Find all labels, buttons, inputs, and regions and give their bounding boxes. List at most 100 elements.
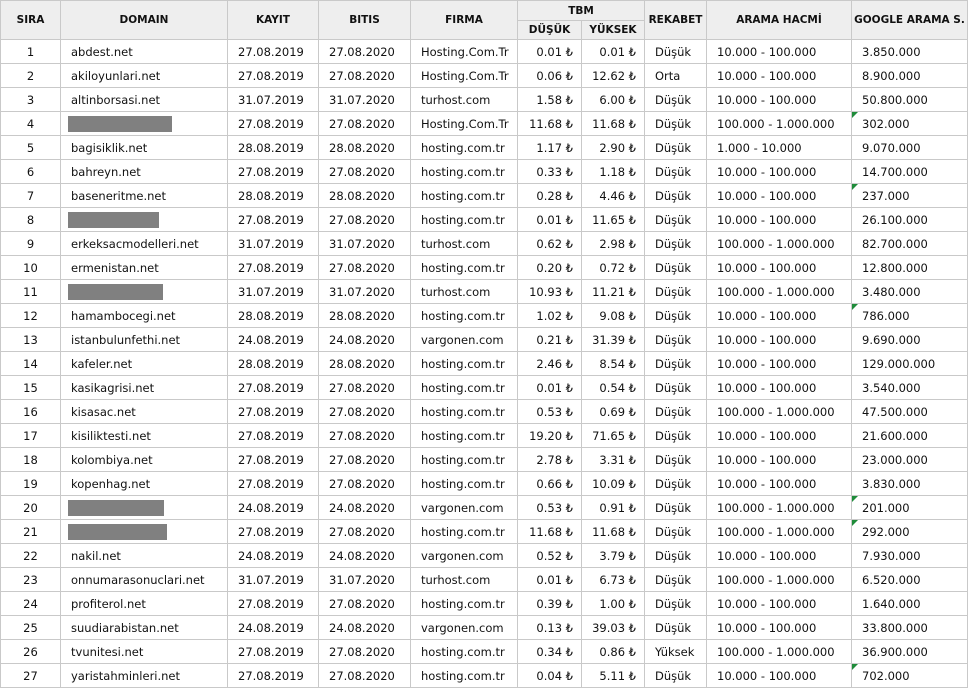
cell-tbm-dusuk[interactable]: 0.34 ₺ (517, 639, 582, 664)
cell-bitis[interactable]: 31.07.2020 (318, 567, 411, 592)
cell-google-arama[interactable]: 201.000 (851, 495, 968, 520)
cell-tbm-dusuk[interactable]: 0.53 ₺ (517, 399, 582, 424)
cell-kayit[interactable]: 24.08.2019 (227, 495, 319, 520)
cell-rekabet[interactable]: Düşük (644, 567, 707, 592)
cell-arama-hacmi[interactable]: 100.000 - 1.000.000 (706, 519, 852, 544)
cell-domain[interactable]: kafeler.net (60, 351, 228, 376)
cell-firma[interactable]: Hosting.Com.Tr (410, 111, 518, 136)
cell-domain[interactable]: kolombiya.net (60, 447, 228, 472)
cell-tbm-yuksek[interactable]: 4.46 ₺ (581, 183, 645, 208)
col-header-sira[interactable]: SIRA (0, 0, 61, 40)
comment-indicator-icon[interactable] (852, 112, 858, 118)
cell-kayit[interactable]: 24.08.2019 (227, 615, 319, 640)
cell-tbm-dusuk[interactable]: 11.68 ₺ (517, 111, 582, 136)
cell-rekabet[interactable]: Düşük (644, 399, 707, 424)
cell-rekabet[interactable]: Düşük (644, 543, 707, 568)
cell-tbm-dusuk[interactable]: 2.46 ₺ (517, 351, 582, 376)
comment-indicator-icon[interactable] (852, 520, 858, 526)
cell-tbm-dusuk[interactable]: 0.01 ₺ (517, 375, 582, 400)
cell-rekabet[interactable]: Düşük (644, 231, 707, 256)
cell-tbm-yuksek[interactable]: 3.31 ₺ (581, 447, 645, 472)
cell-tbm-yuksek[interactable]: 5.11 ₺ (581, 663, 645, 688)
cell-google-arama[interactable]: 302.000 (851, 111, 968, 136)
cell-tbm-yuksek[interactable]: 9.08 ₺ (581, 303, 645, 328)
cell-rekabet[interactable]: Düşük (644, 351, 707, 376)
cell-tbm-yuksek[interactable]: 6.73 ₺ (581, 567, 645, 592)
cell-domain[interactable] (60, 111, 228, 136)
cell-google-arama[interactable]: 3.480.000 (851, 279, 968, 304)
cell-sira[interactable]: 26 (0, 639, 61, 664)
cell-bitis[interactable]: 28.08.2020 (318, 183, 411, 208)
cell-arama-hacmi[interactable]: 10.000 - 100.000 (706, 471, 852, 496)
cell-tbm-dusuk[interactable]: 0.01 ₺ (517, 39, 582, 64)
cell-domain[interactable]: akiloyunlari.net (60, 63, 228, 88)
cell-arama-hacmi[interactable]: 100.000 - 1.000.000 (706, 279, 852, 304)
cell-tbm-yuksek[interactable]: 2.98 ₺ (581, 231, 645, 256)
cell-google-arama[interactable]: 3.850.000 (851, 39, 968, 64)
cell-bitis[interactable]: 28.08.2020 (318, 351, 411, 376)
cell-tbm-dusuk[interactable]: 10.93 ₺ (517, 279, 582, 304)
cell-arama-hacmi[interactable]: 10.000 - 100.000 (706, 423, 852, 448)
cell-arama-hacmi[interactable]: 10.000 - 100.000 (706, 615, 852, 640)
cell-bitis[interactable]: 31.07.2020 (318, 87, 411, 112)
cell-domain[interactable]: onnumarasonuclari.net (60, 567, 228, 592)
cell-kayit[interactable]: 31.07.2019 (227, 279, 319, 304)
cell-tbm-dusuk[interactable]: 0.28 ₺ (517, 183, 582, 208)
cell-kayit[interactable]: 27.08.2019 (227, 207, 319, 232)
col-header-arama-hacmi[interactable]: ARAMA HACMİ (706, 0, 852, 40)
cell-bitis[interactable]: 27.08.2020 (318, 207, 411, 232)
cell-firma[interactable]: hosting.com.tr (410, 447, 518, 472)
cell-rekabet[interactable]: Düşük (644, 519, 707, 544)
cell-firma[interactable]: turhost.com (410, 567, 518, 592)
cell-arama-hacmi[interactable]: 1.000 - 10.000 (706, 135, 852, 160)
cell-sira[interactable]: 6 (0, 159, 61, 184)
cell-rekabet[interactable]: Düşük (644, 39, 707, 64)
cell-firma[interactable]: vargonen.com (410, 327, 518, 352)
cell-kayit[interactable]: 27.08.2019 (227, 423, 319, 448)
cell-sira[interactable]: 5 (0, 135, 61, 160)
cell-kayit[interactable]: 28.08.2019 (227, 351, 319, 376)
cell-firma[interactable]: hosting.com.tr (410, 183, 518, 208)
cell-tbm-yuksek[interactable]: 1.18 ₺ (581, 159, 645, 184)
cell-tbm-yuksek[interactable]: 0.69 ₺ (581, 399, 645, 424)
cell-domain[interactable]: nakil.net (60, 543, 228, 568)
cell-rekabet[interactable]: Orta (644, 63, 707, 88)
cell-google-arama[interactable]: 129.000.000 (851, 351, 968, 376)
cell-tbm-yuksek[interactable]: 11.68 ₺ (581, 111, 645, 136)
cell-domain[interactable]: ermenistan.net (60, 255, 228, 280)
cell-tbm-dusuk[interactable]: 0.62 ₺ (517, 231, 582, 256)
cell-tbm-yuksek[interactable]: 0.01 ₺ (581, 39, 645, 64)
cell-tbm-dusuk[interactable]: 19.20 ₺ (517, 423, 582, 448)
cell-bitis[interactable]: 27.08.2020 (318, 63, 411, 88)
cell-tbm-dusuk[interactable]: 0.01 ₺ (517, 567, 582, 592)
cell-kayit[interactable]: 27.08.2019 (227, 471, 319, 496)
cell-rekabet[interactable]: Yüksek (644, 639, 707, 664)
cell-bitis[interactable]: 27.08.2020 (318, 111, 411, 136)
cell-tbm-yuksek[interactable]: 0.86 ₺ (581, 639, 645, 664)
cell-domain[interactable]: kopenhag.net (60, 471, 228, 496)
cell-sira[interactable]: 8 (0, 207, 61, 232)
cell-kayit[interactable]: 31.07.2019 (227, 87, 319, 112)
cell-rekabet[interactable]: Düşük (644, 183, 707, 208)
cell-tbm-yuksek[interactable]: 3.79 ₺ (581, 543, 645, 568)
cell-rekabet[interactable]: Düşük (644, 279, 707, 304)
cell-tbm-dusuk[interactable]: 0.21 ₺ (517, 327, 582, 352)
cell-arama-hacmi[interactable]: 10.000 - 100.000 (706, 591, 852, 616)
cell-google-arama[interactable]: 12.800.000 (851, 255, 968, 280)
cell-kayit[interactable]: 27.08.2019 (227, 663, 319, 688)
cell-bitis[interactable]: 27.08.2020 (318, 519, 411, 544)
cell-arama-hacmi[interactable]: 10.000 - 100.000 (706, 663, 852, 688)
col-header-dusuk[interactable]: DÜŞÜK (517, 20, 582, 40)
cell-sira[interactable]: 27 (0, 663, 61, 688)
cell-domain[interactable]: altinborsasi.net (60, 87, 228, 112)
cell-tbm-dusuk[interactable]: 0.20 ₺ (517, 255, 582, 280)
cell-bitis[interactable]: 27.08.2020 (318, 255, 411, 280)
col-header-bitis[interactable]: BITIS (318, 0, 411, 40)
cell-firma[interactable]: hosting.com.tr (410, 639, 518, 664)
cell-kayit[interactable]: 28.08.2019 (227, 135, 319, 160)
cell-rekabet[interactable]: Düşük (644, 375, 707, 400)
cell-domain[interactable] (60, 519, 228, 544)
cell-tbm-yuksek[interactable]: 71.65 ₺ (581, 423, 645, 448)
cell-google-arama[interactable]: 36.900.000 (851, 639, 968, 664)
cell-arama-hacmi[interactable]: 10.000 - 100.000 (706, 447, 852, 472)
